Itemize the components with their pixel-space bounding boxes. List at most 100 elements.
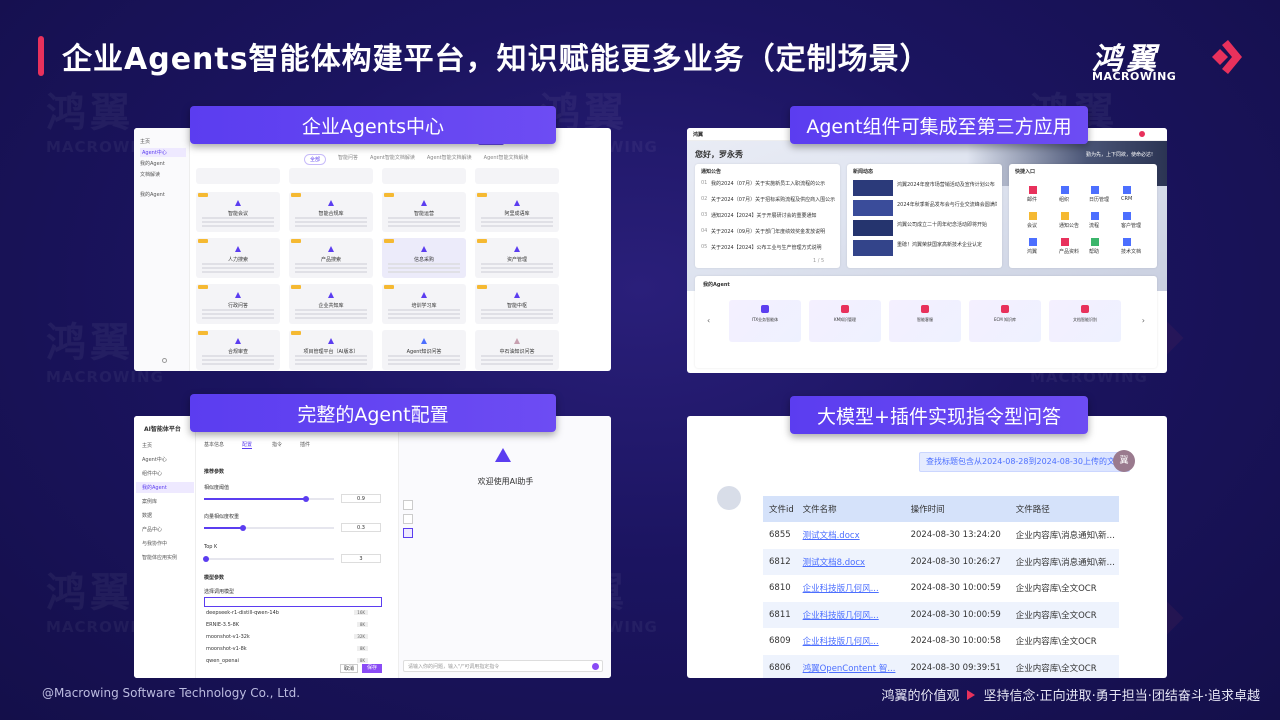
agent-widget[interactable]: KM知识管理 bbox=[809, 300, 881, 342]
quick-link[interactable]: 组织 bbox=[1059, 196, 1069, 203]
agent-card[interactable]: 智能中枢 bbox=[475, 284, 559, 324]
model-option[interactable]: deepseek-r1-distill-qwen-14b 16K bbox=[206, 610, 382, 618]
news-item[interactable]: 2024年秋季新品发布会与行业交流峰会圆满举办 bbox=[897, 201, 997, 208]
agent-card[interactable]: 行政问答 bbox=[196, 284, 280, 324]
quick-link[interactable]: 会议 bbox=[1027, 222, 1037, 229]
file-link[interactable]: 测试文档8.docx bbox=[796, 548, 905, 575]
tab-doc2[interactable]: Agent智能文档解读 bbox=[427, 154, 472, 165]
news-item[interactable]: 鸿翼公司成立二十周年纪念活动即将开始 bbox=[897, 221, 997, 228]
agent-card[interactable]: 培训学习库 bbox=[382, 284, 466, 324]
tool-icon[interactable] bbox=[403, 528, 413, 538]
tab-plugin[interactable]: 插件 bbox=[300, 441, 310, 448]
prev-arrow-icon[interactable]: ‹ bbox=[707, 316, 710, 325]
agent-card[interactable]: 中石油知识问答 bbox=[475, 330, 559, 370]
notice-item[interactable]: 通知2024【2024】关于开展研讨会的重要通知 bbox=[711, 212, 836, 219]
tab-doc3[interactable]: Agent智能文档解读 bbox=[484, 154, 529, 165]
agent-widget[interactable]: 文档智能识别 bbox=[1049, 300, 1121, 342]
file-link[interactable]: 测试文档.docx bbox=[797, 522, 905, 549]
sidebar-item[interactable]: Agent中心 bbox=[142, 456, 167, 463]
quick-link[interactable]: 邮件 bbox=[1027, 196, 1037, 203]
tool-icon[interactable] bbox=[403, 514, 413, 524]
user-avatar[interactable] bbox=[1139, 131, 1145, 137]
sidebar-item[interactable]: 组件中心 bbox=[142, 470, 162, 477]
file-link[interactable]: 鸿翼OpenContent 智... bbox=[796, 654, 905, 678]
tab-config[interactable]: 配置 bbox=[242, 441, 253, 449]
sidebar-item[interactable]: 智能体应用实例 bbox=[142, 554, 177, 561]
file-link[interactable]: 企业科技版几何风... bbox=[797, 575, 905, 602]
agent-card[interactable]: 人力搜索 bbox=[196, 238, 280, 278]
agent-card[interactable]: 合规审查 bbox=[196, 330, 280, 370]
param-slider[interactable] bbox=[204, 525, 334, 531]
quick-link[interactable]: 产品资料 bbox=[1059, 248, 1079, 255]
search-icon[interactable] bbox=[162, 358, 167, 363]
quick-link[interactable]: 帮助 bbox=[1089, 248, 1099, 255]
file-link[interactable]: 企业科技版几何风... bbox=[797, 628, 905, 655]
model-option[interactable]: ERNIE-3.5-8K 8K bbox=[206, 622, 382, 630]
save-button[interactable]: 保存 bbox=[362, 664, 382, 673]
tab-doc1[interactable]: Agent智能文档解读 bbox=[370, 154, 415, 165]
agent-card[interactable]: 企业共知库 bbox=[289, 284, 373, 324]
agent-card[interactable]: 资产管理 bbox=[475, 238, 559, 278]
model-select[interactable] bbox=[204, 597, 382, 607]
notice-item[interactable]: 我的2024（07月）关于实施新员工入职流程的公示 bbox=[711, 180, 836, 187]
table-row: 6812 测试文档8.docx 2024-08-30 10:26:27 企业内容库\消… bbox=[763, 548, 1119, 575]
agent-card[interactable]: 智能运营 bbox=[382, 192, 466, 232]
chat-input[interactable]: 请输入你的问题，输入"/"可调用指定指令 bbox=[403, 660, 603, 672]
tab-qa[interactable]: 智能问答 bbox=[338, 154, 358, 165]
tab-all[interactable]: 全部 bbox=[304, 154, 327, 165]
cancel-button[interactable]: 取消 bbox=[340, 664, 358, 673]
agent-card[interactable]: 项目管理平台（AI版本） bbox=[289, 330, 373, 370]
param-value[interactable]: 3 bbox=[341, 554, 381, 563]
news-item[interactable]: 鸿翼2024年度市场营销活动及宣传计划公布 bbox=[897, 181, 997, 188]
agent-card[interactable]: 阿里成语库 bbox=[475, 192, 559, 232]
agent-card[interactable] bbox=[382, 168, 466, 184]
sidebar-item-my-agent[interactable]: 我的Agent bbox=[140, 160, 165, 167]
quick-link[interactable]: 流程 bbox=[1089, 222, 1099, 229]
notice-item[interactable]: 关于2024（07月）关于招标采购流程及供应商入围公示 bbox=[711, 196, 836, 203]
param-slider[interactable] bbox=[204, 496, 334, 502]
quick-link[interactable]: 日历管理 bbox=[1089, 196, 1109, 203]
notice-item[interactable]: 关于2024（09月）关于部门年度绩效奖金发放说明 bbox=[711, 228, 836, 235]
send-icon[interactable] bbox=[592, 663, 599, 670]
sidebar-item[interactable]: 案例库 bbox=[142, 498, 157, 505]
sidebar-item[interactable]: 产品中心 bbox=[142, 526, 162, 533]
agent-card[interactable]: 智能会议 bbox=[196, 192, 280, 232]
agent-card[interactable]: 智能合规库 bbox=[289, 192, 373, 232]
quick-link[interactable]: 客户管理 bbox=[1121, 222, 1141, 229]
sidebar-item[interactable]: 与我协作中 bbox=[142, 540, 167, 547]
agent-card[interactable] bbox=[196, 168, 280, 184]
agent-card[interactable]: 产品搜索 bbox=[289, 238, 373, 278]
tab-basic[interactable]: 基本信息 bbox=[204, 441, 224, 448]
param-value[interactable]: 0.9 bbox=[341, 494, 381, 503]
quick-link[interactable]: CRM bbox=[1121, 196, 1132, 202]
notice-pager[interactable]: 1 / 5 bbox=[813, 258, 824, 264]
tool-icon[interactable] bbox=[403, 500, 413, 510]
quick-link[interactable]: 技术文档 bbox=[1121, 248, 1141, 255]
sidebar-item-my-agent-2[interactable]: 我的Agent bbox=[140, 191, 165, 198]
sidebar-item-home[interactable]: 主页 bbox=[140, 138, 150, 145]
sidebar-item[interactable]: 数据 bbox=[142, 512, 152, 519]
agent-widget[interactable]: 智能客服 bbox=[889, 300, 961, 342]
quick-link[interactable]: 鸿翼 bbox=[1027, 248, 1037, 255]
file-link[interactable]: 企业科技版几何风... bbox=[796, 601, 905, 628]
agent-card[interactable] bbox=[475, 168, 559, 184]
quick-link[interactable]: 通知公告 bbox=[1059, 222, 1079, 229]
sidebar-item-doc[interactable]: 文档解读 bbox=[140, 171, 160, 178]
next-arrow-icon[interactable]: › bbox=[1142, 316, 1145, 325]
sidebar-item-my-agent[interactable]: 我的Agent bbox=[136, 482, 194, 493]
notice-item[interactable]: 关于2024【2024】公布工业与生产管理方式说明 bbox=[711, 244, 836, 251]
sidebar-item-agent-center[interactable]: Agent中心 bbox=[140, 148, 186, 157]
param-value[interactable]: 0.3 bbox=[341, 523, 381, 532]
agent-card[interactable]: 信息采购 bbox=[382, 238, 466, 278]
model-option[interactable]: moonshot-v1-32k 32K bbox=[206, 634, 382, 642]
agent-card[interactable]: Agent知识问答 bbox=[382, 330, 466, 370]
column-header: 文件路径 bbox=[1009, 496, 1119, 522]
agent-card[interactable] bbox=[289, 168, 373, 184]
agent-widget[interactable]: ITX业务智能体 bbox=[729, 300, 801, 342]
agent-widget[interactable]: ECM 知识库 bbox=[969, 300, 1041, 342]
news-item[interactable]: 重磅！鸿翼荣获国家高新技术企业认定 bbox=[897, 241, 997, 248]
tab-instruction[interactable]: 指令 bbox=[272, 441, 282, 448]
sidebar-item[interactable]: 主页 bbox=[142, 442, 152, 449]
model-option[interactable]: moonshot-v1-8k 8K bbox=[206, 646, 382, 654]
param-slider[interactable] bbox=[203, 556, 334, 562]
